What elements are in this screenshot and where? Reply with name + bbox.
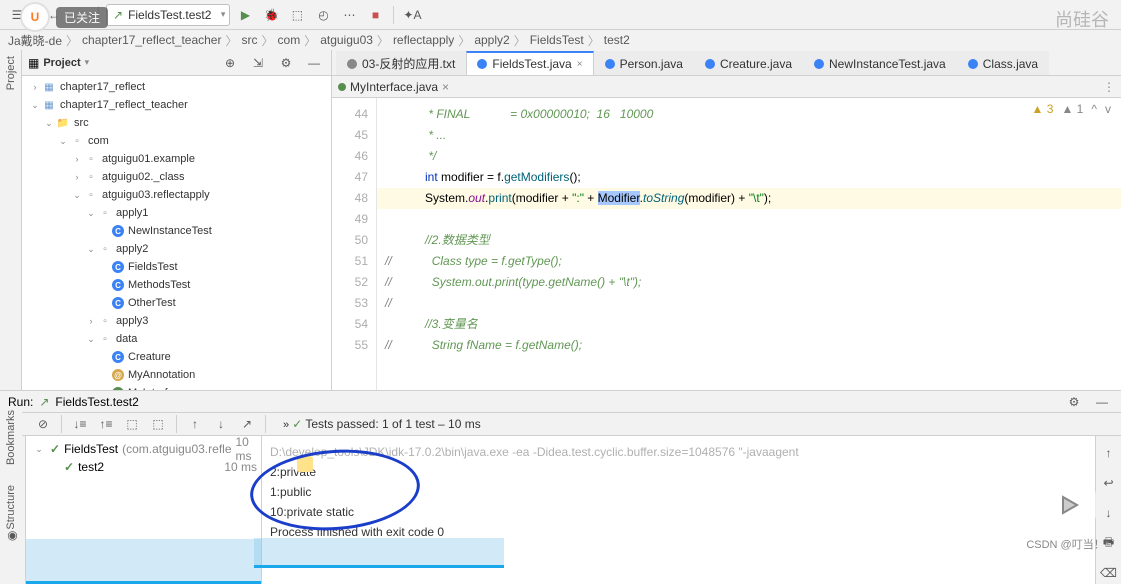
tree-row[interactable]: CCreature [22, 348, 331, 366]
sort2-icon[interactable]: ↑≡ [95, 413, 117, 435]
tree-row[interactable]: COtherTest [22, 294, 331, 312]
console-output[interactable]: D:\develop_tools\JDK\jdk-17.0.2\bin\java… [262, 436, 1095, 584]
tree-row[interactable]: ›▫atguigu01.example [22, 150, 331, 168]
sort-icon[interactable]: ↓≡ [69, 413, 91, 435]
editor-tab[interactable]: 03-反射的应用.txt [336, 51, 466, 75]
prev-icon[interactable]: ↑ [184, 413, 206, 435]
console-line: Process finished with exit code 0 [270, 522, 1087, 542]
tree-row[interactable]: IMyInterface [22, 384, 331, 390]
scroll-end-icon[interactable]: ↓ [1098, 502, 1120, 524]
run-tool-window: Run: ↗ FieldsTest.test2 ⚙ — ✓ ⊘ ↓≡ ↑≡ ⬚ … [0, 390, 1121, 560]
breadcrumb-item[interactable]: FieldsTest [530, 33, 584, 47]
run-settings-icon[interactable]: ⚙ [1063, 391, 1085, 413]
test-status: Tests passed: 1 of 1 test – 10 ms [305, 417, 480, 431]
main-toolbar: ☰ ← → ↗FieldsTest.test2 ▶ 🐞 ⬚ ◴ ⋯ ■ ✦A [0, 0, 1121, 30]
expand-all-icon[interactable]: ⇲ [247, 52, 269, 74]
tree-row[interactable]: ›▫atguigu02._class [22, 168, 331, 186]
panel-title-icon: ▦ [28, 56, 39, 70]
show-ignored-icon[interactable]: ⊘ [32, 413, 54, 435]
sidebar-tab-bookmarks[interactable]: Bookmarks [5, 410, 17, 465]
tree-row[interactable]: ⌄▫apply2 [22, 240, 331, 258]
tab-overflow-icon[interactable]: ⋮ [1103, 80, 1115, 94]
next-icon[interactable]: ↓ [210, 413, 232, 435]
breadcrumb-item[interactable]: src [242, 33, 258, 47]
sidebar-tab-project[interactable]: Project [5, 56, 17, 90]
editor-tab[interactable]: Creature.java [694, 51, 803, 75]
scroll-top-icon[interactable]: ↑ [1098, 442, 1120, 464]
code-editor[interactable]: 444546474849505152535455 ▲ 3 ▲ 1 ^v * FI… [332, 98, 1121, 390]
breadcrumb-item[interactable]: com [278, 33, 301, 47]
console-line: D:\develop_tools\JDK\jdk-17.0.2\bin\java… [270, 442, 1087, 462]
run-config-combo[interactable]: ↗FieldsTest.test2 [106, 4, 230, 26]
more-run-icon[interactable]: ⋯ [338, 4, 360, 26]
tree-row[interactable]: ⌄▫com [22, 132, 331, 150]
tree-row[interactable]: ⌄▦chapter17_reflect_teacher [22, 96, 331, 114]
test-row[interactable]: ✓test210 ms [26, 458, 261, 476]
collapse-icon[interactable]: ⬚ [147, 413, 169, 435]
breadcrumb-item[interactable]: Ja戴晓-de [8, 32, 62, 49]
translate-icon[interactable]: ✦A [401, 4, 423, 26]
debug-icon[interactable]: 🐞 [260, 4, 282, 26]
coverage-icon[interactable]: ⬚ [286, 4, 308, 26]
tree-row[interactable]: ⌄▫atguigu03.reflectapply [22, 186, 331, 204]
editor-tab[interactable]: FieldsTest.java× [466, 51, 593, 75]
project-panel: ▦ Project ▾ ⊕ ⇲ ⚙ — ›▦chapter17_reflect⌄… [22, 50, 332, 390]
tool-window-bar-left: Project [0, 50, 22, 390]
tree-row[interactable]: @MyAnnotation [22, 366, 331, 384]
watermark-channel: 尚硅谷 [1055, 6, 1109, 32]
profile-icon[interactable]: ◴ [312, 4, 334, 26]
tree-row[interactable]: ⌄▫apply1 [22, 204, 331, 222]
hide-icon[interactable]: — [303, 52, 325, 74]
settings-icon[interactable]: ⚙ [275, 52, 297, 74]
expand-icon[interactable]: ⬚ [121, 413, 143, 435]
test-tree[interactable]: ⌄✓FieldsTest (com.atguigu03.refle10 ms✓t… [26, 436, 262, 584]
tree-row[interactable]: CMethodsTest [22, 276, 331, 294]
watermark-csdn: CSDN @叮当！* [1026, 536, 1109, 552]
breadcrumb-item[interactable]: test2 [604, 33, 630, 47]
stop-icon[interactable]: ■ [364, 4, 386, 26]
select-opened-icon[interactable]: ⊕ [219, 52, 241, 74]
test-row[interactable]: ⌄✓FieldsTest (com.atguigu03.refle10 ms [26, 440, 261, 458]
tree-row[interactable]: ›▦chapter17_reflect [22, 78, 331, 96]
editor-tab[interactable]: Class.java [957, 51, 1049, 75]
breadcrumb-item[interactable]: atguigu03 [320, 33, 373, 47]
breadcrumb-item[interactable]: reflectapply [393, 33, 454, 47]
tree-row[interactable]: ⌄▫data [22, 330, 331, 348]
editor-tab[interactable]: NewInstanceTest.java [803, 51, 957, 75]
run-label: Run: [8, 395, 33, 409]
console-line: 2:private [270, 462, 1087, 482]
console-line: 10:private static [270, 502, 1087, 522]
watermark-avatar: U 已关注 [20, 2, 108, 32]
tree-row[interactable]: CNewInstanceTest [22, 222, 331, 240]
inspection-badges[interactable]: ▲ 3 ▲ 1 ^v [1032, 102, 1111, 116]
editor-tabs: 03-反射的应用.txtFieldsTest.java×Person.javaC… [332, 50, 1121, 76]
export-icon[interactable]: ↗ [236, 413, 258, 435]
console-line: 1:public [270, 482, 1087, 502]
play-overlay-icon [1041, 485, 1096, 525]
soft-wrap-icon[interactable]: ↩ [1098, 472, 1120, 494]
run-icon[interactable]: ▶ [234, 4, 256, 26]
breadcrumb-item[interactable]: apply2 [474, 33, 509, 47]
project-tree[interactable]: ›▦chapter17_reflect⌄▦chapter17_reflect_t… [22, 76, 331, 390]
run-hide-icon[interactable]: — [1091, 391, 1113, 413]
breadcrumb-item[interactable]: chapter17_reflect_teacher [82, 33, 221, 47]
sidebar-tab-structure[interactable]: Structure [5, 485, 17, 530]
tree-row[interactable]: ⌄📁src [22, 114, 331, 132]
run-config-name: FieldsTest.test2 [55, 395, 138, 409]
clear-icon[interactable]: ⌫ [1098, 562, 1120, 584]
editor-tab[interactable]: Person.java [594, 51, 694, 75]
tree-row[interactable]: ›▫apply3 [22, 312, 331, 330]
tree-row[interactable]: CFieldsTest [22, 258, 331, 276]
project-panel-title: Project [43, 57, 80, 69]
editor-area: 03-反射的应用.txtFieldsTest.java×Person.javaC… [332, 50, 1121, 390]
sub-tab[interactable]: MyInterface.java × [338, 80, 449, 94]
breadcrumb: Ja戴晓-de〉chapter17_reflect_teacher〉src〉co… [0, 30, 1121, 50]
